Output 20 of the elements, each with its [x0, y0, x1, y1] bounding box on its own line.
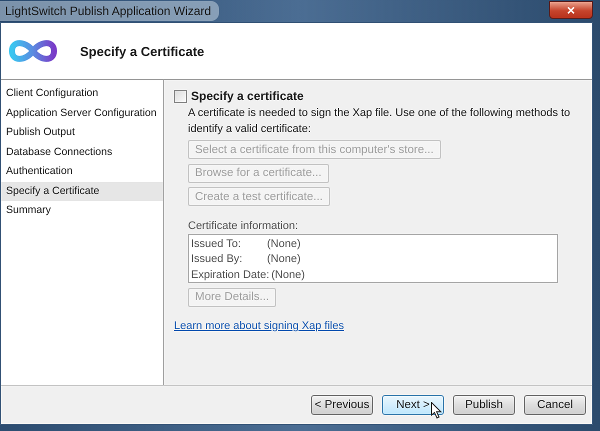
- footer-button[interactable]: Publish: [453, 395, 515, 415]
- mouse-pointer-icon: [431, 402, 442, 419]
- description-text: A certificate is needed to sign the Xap file. Use one of the following methods to identify a valid certificate:: [188, 106, 572, 137]
- learn-more-link[interactable]: Learn more about signing Xap files: [174, 320, 344, 332]
- footer-button[interactable]: < Previous: [311, 395, 373, 415]
- info-name: Issued To:: [191, 236, 242, 252]
- page-heading: Specify a Certificate: [80, 44, 204, 58]
- step-item[interactable]: Specify a Certificate: [1, 182, 163, 201]
- checkbox[interactable]: [174, 90, 187, 102]
- checkbox-label: Specify a certificate: [191, 89, 304, 103]
- info-label: Certificate information:: [188, 220, 298, 232]
- info-value: (None): [271, 268, 305, 282]
- infinity-logo-icon: [8, 37, 58, 65]
- info-name: Expiration Date:: [191, 268, 270, 282]
- info-name: Issued By:: [191, 252, 244, 267]
- info-value: (None): [267, 236, 301, 252]
- window-title: LightSwitch Publish Application Wizard: [0, 1, 220, 21]
- close-button[interactable]: ×: [549, 0, 593, 18]
- footer-button[interactable]: Cancel: [524, 395, 586, 415]
- info-value: (None): [267, 252, 301, 267]
